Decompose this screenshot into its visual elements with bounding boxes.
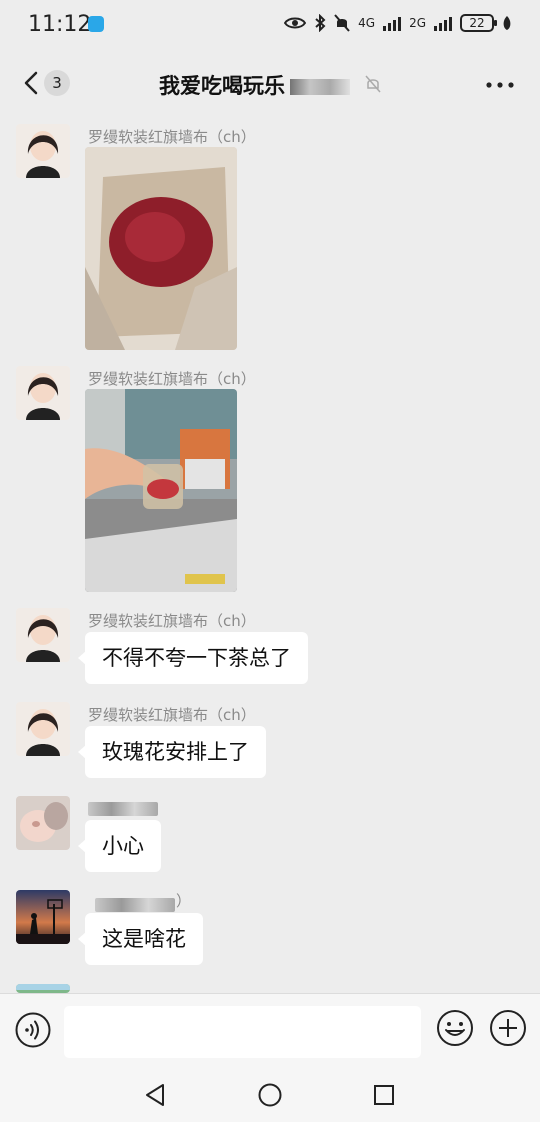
text-bubble[interactable]: 玫瑰花安排上了 [78, 726, 266, 778]
emoji-icon[interactable] [436, 1009, 474, 1047]
chat-header: 3 我爱吃喝玩乐 [0, 52, 540, 116]
more-horizontal-icon[interactable] [486, 82, 514, 88]
eye-icon [284, 17, 307, 29]
avatar[interactable] [16, 608, 70, 662]
status-time: 11:12 [28, 12, 92, 37]
nav-recent-apps-icon[interactable] [373, 1084, 395, 1106]
voice-icon[interactable] [15, 1012, 51, 1048]
text-bubble[interactable]: 这是啥花 [78, 913, 203, 965]
bluetooth-icon [315, 14, 326, 32]
signal-icon-b [434, 15, 452, 31]
status-icons: 4G 2G 22 [284, 14, 512, 32]
signal-icon-a [383, 15, 402, 31]
avatar[interactable] [16, 796, 70, 850]
avatar-partial[interactable] [16, 984, 70, 993]
message-list[interactable]: 罗缦软装红旗墙布（ch） 罗缦软装红旗墙布（ch） 罗缦软装红旗墙布（ch） 不… [0, 116, 540, 993]
text-bubble[interactable]: 小心 [78, 820, 161, 872]
sender-name-blurred [88, 802, 158, 816]
input-bar [0, 993, 540, 1067]
sender-name: ） [176, 892, 192, 910]
avatar[interactable] [16, 890, 70, 944]
sender-name: 罗缦软装红旗墙布（ch） [88, 128, 256, 146]
sender-name: 罗缦软装红旗墙布（ch） [88, 370, 256, 388]
unread-count-badge[interactable]: 3 [44, 70, 70, 96]
sender-name: 罗缦软装红旗墙布（ch） [88, 612, 256, 630]
battery-icon: 22 [460, 14, 497, 32]
bell-off-status-icon [334, 14, 350, 32]
avatar[interactable] [16, 366, 70, 420]
image-message-street-tea[interactable] [85, 389, 237, 592]
sender-name-blurred [95, 898, 175, 912]
text-bubble[interactable]: 不得不夸一下茶总了 [78, 632, 308, 684]
nav-back-icon[interactable] [144, 1083, 166, 1107]
chat-title: 我爱吃喝玩乐 [159, 74, 285, 98]
status-bar: 11:12 4G 2G 22 [0, 0, 540, 52]
avatar[interactable] [16, 124, 70, 178]
sender-name: 罗缦软装红旗墙布（ch） [88, 706, 256, 724]
image-message-rose-tea[interactable] [85, 147, 237, 350]
leaf-icon [503, 16, 511, 30]
plus-icon[interactable] [489, 1009, 527, 1047]
avatar[interactable] [16, 702, 70, 756]
system-nav-bar [0, 1067, 540, 1122]
message-input[interactable] [64, 1006, 421, 1058]
bell-off-icon [365, 75, 381, 93]
app-notification-icon [88, 16, 104, 32]
title-blurred-text [290, 79, 350, 95]
network-label-a: 4G [358, 16, 376, 30]
network-label-b: 2G [409, 16, 426, 30]
nav-home-icon[interactable] [258, 1083, 282, 1107]
